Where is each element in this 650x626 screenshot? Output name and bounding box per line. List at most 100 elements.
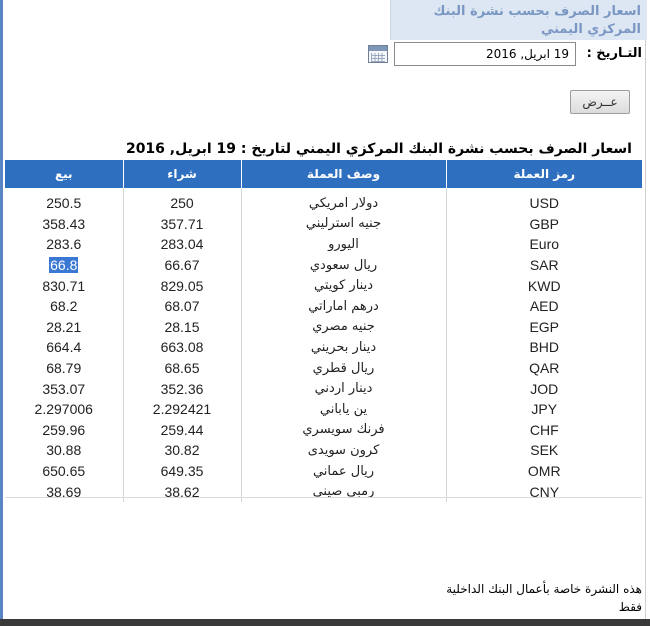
sell-cell-text: 830.71 [42,277,86,294]
buy-cell: 283.04 [123,234,242,255]
table-row: 28.21 28.15 جنيه مصري EGP [5,316,642,338]
table-header-row: بيع شراء وصف العملة رمز العملة [5,160,642,188]
column-header-code: رمز العملة [446,160,642,188]
description-cell: اليورو [241,234,447,255]
show-button[interactable]: عــرض [570,90,630,114]
sell-cell-text: 358.43 [42,215,86,232]
description-cell: ين ياباني [241,398,447,420]
sell-cell-text: 66.8 [49,257,79,274]
sell-cell-text: 283.6 [46,236,82,253]
table-title: اسعار الصرف بحسب نشرة البنك المركزي اليم… [125,141,632,157]
code-cell: KWD [446,275,642,296]
code-cell: CHF [446,420,642,441]
bottom-bar [0,619,650,626]
buy-cell: 829.05 [123,275,242,296]
description-cell: ريال عماني [241,460,447,482]
buy-cell: 2.292421 [123,398,242,420]
table-row: 259.96 259.44 فرنك سويسري CHF [5,419,642,441]
code-cell-text: BHD [529,339,560,356]
sell-cell: 68.79 [5,357,124,379]
buy-cell: 68.07 [123,295,242,317]
footnote: هذه النشرة خاصة بأعمال البنك الداخلية فق… [330,580,642,616]
description-cell-text: ين ياباني [319,401,368,417]
buy-cell-text: 352.36 [160,380,204,397]
description-cell-text: دينار اردني [314,381,373,397]
description-cell: رمبي صيني [241,481,447,502]
table-bottom-border [5,497,642,498]
page-header: اسعار الصرف بحسب نشرة البنك المركزي اليم… [390,0,647,40]
sell-cell: 68.2 [5,295,124,317]
buy-cell: 38.62 [123,481,242,502]
buy-cell-text: 649.35 [160,463,204,480]
sell-cell-text: 28.21 [46,318,82,335]
sell-cell-text: 68.2 [50,298,78,315]
table-row: 283.6 283.04 اليورو Euro [5,234,642,255]
description-cell-text: كرون سويدى [307,442,380,458]
buy-cell: 28.15 [123,316,242,338]
calendar-icon[interactable] [368,45,388,63]
code-cell-text: USD [529,195,560,212]
buy-cell: 259.44 [123,419,242,441]
buy-cell: 30.82 [123,440,242,461]
description-cell: دينار بحريني [241,337,447,358]
code-cell: USD [446,188,642,214]
description-cell: دولار امريكي [241,188,447,214]
buy-cell-text: 66.67 [164,257,200,274]
column-header-description: وصف العملة [241,160,447,188]
description-cell-text: دينار بحريني [310,339,377,355]
code-cell-text: JPY [531,401,558,418]
table-row: 68.79 68.65 ريال قطري QAR [5,357,642,379]
buy-cell-text: 30.82 [164,442,200,459]
buy-cell-text: 829.05 [160,277,204,294]
sell-cell: 358.43 [5,213,124,235]
code-cell-text: GBP [529,215,560,232]
code-cell-text: Euro [529,236,560,253]
code-cell-text: OMR [527,463,561,480]
code-cell: QAR [446,358,642,379]
code-cell-text: AED [529,298,559,315]
description-cell: دينار اردني [241,378,447,399]
description-cell-text: جنيه استرليني [305,216,382,232]
sell-cell-text: 250.5 [46,195,82,212]
table-row: 30.88 30.82 كرون سويدى SEK [5,440,642,461]
table-row: 38.69 38.62 رمبي صيني CNY [5,481,642,502]
code-cell-text: SEK [530,442,559,459]
code-cell: BHD [446,337,642,358]
table-row: 650.65 649.35 ريال عماني OMR [5,460,642,482]
code-cell: GBP [446,214,642,235]
sell-cell-text: 664.4 [46,339,82,356]
sell-cell-text: 68.79 [46,360,82,377]
footnote-line1: هذه النشرة خاصة بأعمال البنك الداخلية [446,582,642,596]
table-row: 664.4 663.08 دينار بحريني BHD [5,337,642,358]
date-input[interactable] [394,42,576,66]
buy-cell-text: 68.65 [164,360,200,377]
description-cell: درهم اماراتي [241,295,447,317]
column-header-buy: شراء [123,160,242,188]
code-cell-text: QAR [529,360,560,377]
code-cell-text: SAR [529,257,559,274]
table-row: 66.8 66.67 ريال سعودي SAR [5,254,642,276]
code-cell: AED [446,296,642,317]
sell-cell: 2.297006 [5,398,124,420]
sell-cell: 353.07 [5,378,124,399]
description-cell: ريال سعودي [241,254,447,276]
sell-cell-text: 30.88 [46,442,82,459]
sell-cell: 830.71 [5,275,124,296]
description-cell-text: اليورو [328,236,359,252]
buy-cell-text: 283.04 [160,236,204,253]
page-title-line1: اسعار الصرف بحسب نشرة البنك [433,4,641,19]
buy-cell: 68.65 [123,357,242,379]
code-cell: Euro [446,234,642,255]
code-cell: JPY [446,399,642,420]
code-cell: JOD [446,378,642,399]
buy-cell: 352.36 [123,378,242,399]
buy-cell-text: 663.08 [160,339,204,356]
table-row: 68.2 68.07 درهم اماراتي AED [5,295,642,317]
table-row: 250.5 250 دولار امريكي USD [5,188,642,214]
footnote-line2: فقط [618,600,642,614]
buy-cell-text: 357.71 [160,215,204,232]
right-border [645,0,646,626]
buy-cell: 66.67 [123,254,242,276]
code-cell: SEK [446,440,642,461]
description-cell-text: فرنك سويسري [302,422,385,438]
